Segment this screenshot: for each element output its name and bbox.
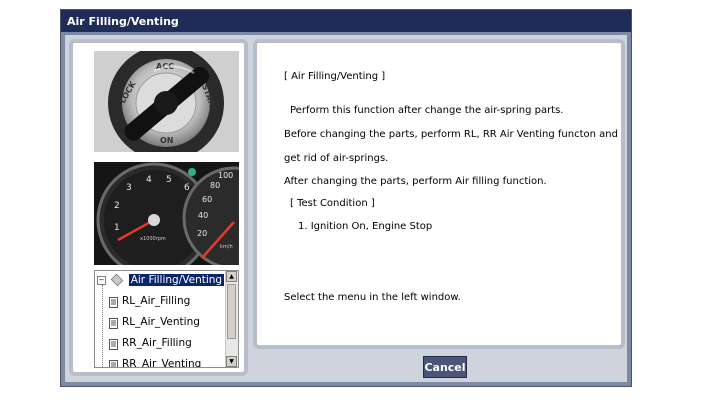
test-condition-heading: [ Test Condition ] <box>290 198 375 209</box>
tree-item-rl-air-venting[interactable]: RL_Air_Venting <box>109 313 200 331</box>
tree-root[interactable]: − Air Filling/Venting <box>97 271 225 289</box>
tree-root-label[interactable]: Air Filling/Venting <box>128 274 225 286</box>
dialog-body: LOCK ACC START ON 1 2 3 4 5 6 x1000rpm 2… <box>65 35 627 382</box>
tree-item-label: RL_Air_Venting <box>122 316 200 328</box>
scroll-up-icon[interactable]: ▲ <box>226 271 237 282</box>
tree-item-label: RL_Air_Filling <box>122 295 191 307</box>
content-line-3: get rid of air-springs. <box>284 153 389 164</box>
description-pane: [ Air Filling/Venting ] Perform this fun… <box>253 39 625 349</box>
tree-root-folder-icon <box>111 273 124 287</box>
air-filling-venting-dialog: Air Filling/Venting LOCK ACC START ON 1 … <box>60 9 632 387</box>
tree-collapse-icon[interactable]: − <box>97 275 106 285</box>
speed-unit: km/h <box>220 244 233 250</box>
gauge-cluster-image: 1 2 3 4 5 6 x1000rpm 20 40 60 80 100 km/… <box>94 162 239 265</box>
speed-num-60: 60 <box>202 195 212 204</box>
document-icon <box>109 338 118 350</box>
left-pane: LOCK ACC START ON 1 2 3 4 5 6 x1000rpm 2… <box>69 39 248 376</box>
tach-num-5: 5 <box>166 175 172 185</box>
document-icon <box>109 359 118 367</box>
content-heading: [ Air Filling/Venting ] <box>284 71 386 82</box>
document-icon <box>109 317 118 329</box>
title-bar[interactable]: Air Filling/Venting <box>61 10 631 32</box>
speed-num-80: 80 <box>210 181 220 190</box>
cancel-button[interactable]: Cancel <box>423 356 467 378</box>
content-line-1: Perform this function after change the a… <box>290 105 564 116</box>
tach-num-2: 2 <box>114 201 120 211</box>
key-label-on: ON <box>160 136 174 145</box>
test-condition-item: 1. Ignition On, Engine Stop <box>298 221 433 232</box>
scroll-down-icon[interactable]: ▼ <box>226 356 237 367</box>
speed-num-20: 20 <box>197 229 207 238</box>
tree-item-rr-air-filling[interactable]: RR_Air_Filling <box>109 334 192 352</box>
ignition-key-image: LOCK ACC START ON <box>94 51 239 152</box>
tach-num-1: 1 <box>114 223 120 233</box>
tree-item-label: RR_Air_Venting <box>122 358 202 368</box>
tach-num-4: 4 <box>146 175 152 185</box>
tree-scrollbar[interactable]: ▲ ▼ <box>225 271 238 367</box>
window-title: Air Filling/Venting <box>67 15 179 28</box>
tree-item-rl-air-filling[interactable]: RL_Air_Filling <box>109 292 190 310</box>
scroll-thumb[interactable] <box>227 284 236 339</box>
tach-unit: x1000rpm <box>140 236 166 242</box>
speed-num-100: 100 <box>218 171 233 180</box>
content-line-4: After changing the parts, perform Air fi… <box>284 176 547 187</box>
tach-num-6: 6 <box>184 183 190 193</box>
menu-tree[interactable]: − Air Filling/Venting RL_Air_Filling RL_… <box>94 270 239 368</box>
tree-item-label: RR_Air_Filling <box>122 337 192 349</box>
speed-num-40: 40 <box>198 211 208 220</box>
content-line-2: Before changing the parts, perform RL, R… <box>284 129 618 140</box>
footer-instruction: Select the menu in the left window. <box>284 292 461 303</box>
tree-connector-line <box>102 285 104 367</box>
document-icon <box>109 296 118 308</box>
tach-num-3: 3 <box>126 183 132 193</box>
tree-item-rr-air-venting[interactable]: RR_Air_Venting <box>109 355 202 368</box>
